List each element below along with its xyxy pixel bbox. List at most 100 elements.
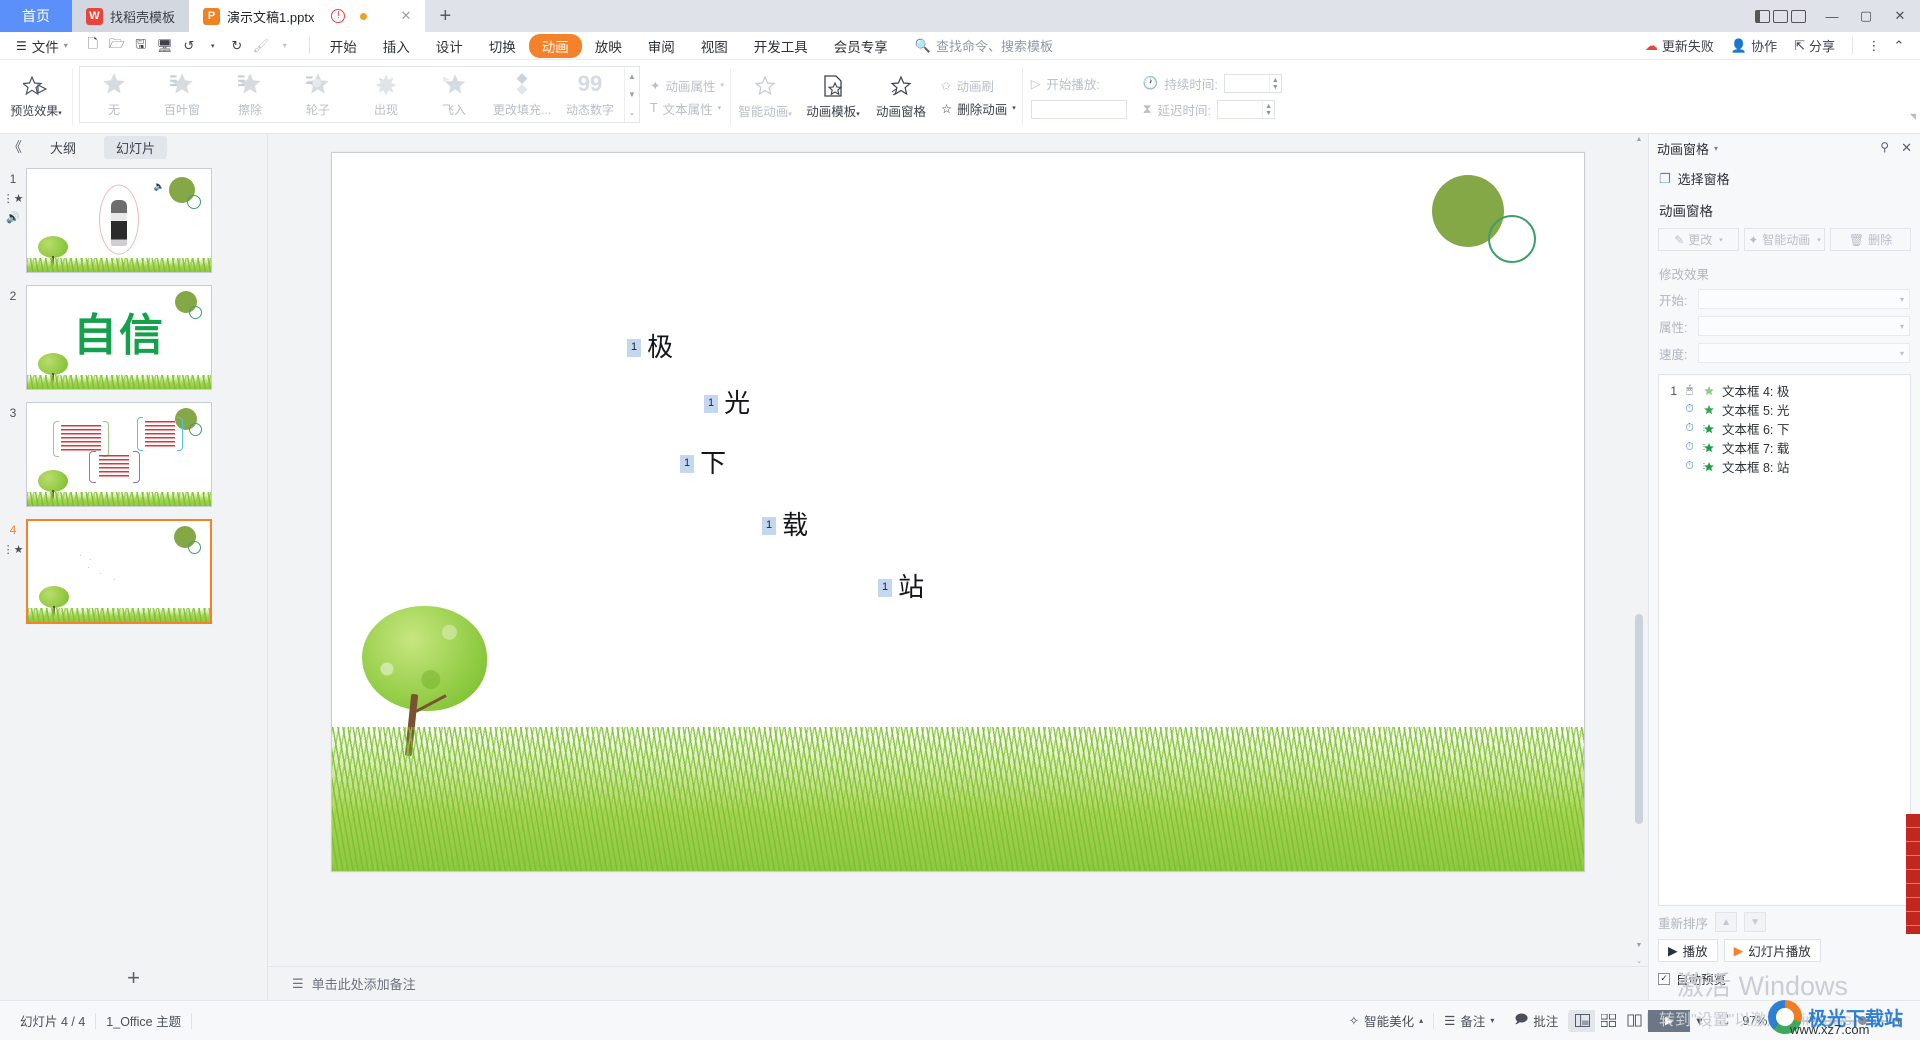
open-icon[interactable]: 🗁 (106, 35, 128, 57)
text-property-button[interactable]: T 文本属性 ▾ (650, 99, 724, 118)
sorter-view-icon[interactable] (1595, 1010, 1621, 1032)
anim-order-tag[interactable]: 1 (627, 339, 642, 357)
notes-toggle-button[interactable]: ☰ 备注 ▾ (1434, 1011, 1504, 1030)
share-button[interactable]: ⇱ 分享 (1787, 36, 1842, 55)
delay-stepper[interactable]: ▲ ▼ (1262, 101, 1274, 118)
qat-more-icon[interactable]: ▾ (274, 35, 296, 57)
tab-design[interactable]: 设计 (423, 34, 476, 58)
animation-star-icon[interactable]: ⋮★ (3, 543, 24, 556)
chevron-down-icon[interactable]: ▾ (1714, 144, 1718, 153)
slideshow-options-caret[interactable]: ▾ (1690, 1013, 1708, 1028)
start-slideshow-button[interactable]: ▶ (1648, 1009, 1691, 1032)
delete-animation-button[interactable]: ☆ 删除动画 ▾ (941, 99, 1016, 118)
duration-input[interactable]: ▲ ▼ (1223, 74, 1282, 93)
gallery-scroll-up[interactable]: ▲ (625, 67, 639, 85)
thumbnail-list[interactable]: 1 ⋮★ 🔊 🔈 2 自信 3 4 ⋮★ · · · · · (0, 160, 267, 956)
undo-caret-icon[interactable]: ▾ (202, 35, 224, 57)
tab-insert[interactable]: 插入 (370, 34, 423, 58)
smart-beautify-button[interactable]: ✧ 智能美化 ▴ (1339, 1011, 1434, 1030)
single-layout-icon[interactable] (1791, 9, 1806, 23)
anim-text-5[interactable]: 1 站 (878, 575, 924, 601)
anim-text-char[interactable]: 下 (700, 451, 726, 477)
preview-effect-button[interactable]: 预览效果▾ (0, 60, 72, 133)
anim-order-tag[interactable]: 1 (680, 455, 695, 473)
animation-template-button[interactable]: 动画模板▾ (799, 60, 867, 133)
slide-preview-1[interactable]: 🔈 (26, 168, 212, 273)
close-button[interactable]: ✕ (1884, 1, 1916, 31)
gallery-item-appear[interactable]: 出现 (352, 67, 420, 122)
canvas-vertical-scrollbar[interactable]: ▲ ▼ ⌄ (1634, 134, 1644, 966)
tab-home[interactable]: 首页 (0, 0, 72, 32)
new-icon[interactable]: 🗋 (82, 35, 104, 57)
anim-text-char[interactable]: 载 (782, 513, 808, 539)
delay-input[interactable]: ▲ ▼ (1217, 100, 1276, 119)
command-search[interactable]: 🔍 查找命令、搜索模板 (915, 36, 1053, 55)
zoom-slider[interactable]: − + (1779, 1014, 1910, 1028)
close-icon[interactable]: ✕ (1901, 140, 1912, 156)
thumbnail-item-4[interactable]: 4 ⋮★ · · · · · (0, 519, 267, 624)
start-play-select[interactable] (1030, 100, 1127, 119)
gallery-item-wheel[interactable]: 轮子 (284, 67, 352, 122)
anim-text-char[interactable]: 站 (898, 575, 924, 601)
slide-preview-4[interactable]: · · · · · (26, 519, 212, 624)
tab-presentation-file[interactable]: P 演示文稿1.pptx ! ✕ (189, 0, 426, 32)
thumbnail-item-3[interactable]: 3 (0, 402, 267, 507)
maximize-button[interactable]: ▢ (1850, 1, 1882, 31)
collapse-ribbon-icon[interactable]: ⌃ (1888, 35, 1910, 57)
speaker-icon[interactable]: 🔊 (6, 211, 20, 224)
reorder-up-button[interactable]: ▲ (1715, 912, 1738, 932)
tab-start[interactable]: 开始 (317, 34, 370, 58)
selection-pane-button[interactable]: ❐ 选择窗格 (1649, 162, 1920, 195)
scroll-next-slide-arrow[interactable]: ⌄ (1635, 956, 1643, 966)
effect-start-select[interactable]: ▾ (1698, 289, 1910, 309)
zoom-level[interactable]: 97% (1738, 1014, 1771, 1028)
scroll-up-arrow[interactable]: ▲ (1635, 134, 1643, 144)
tab-transition[interactable]: 切换 (476, 34, 529, 58)
comment-button[interactable]: 🗩 批注 (1504, 1010, 1568, 1031)
grid-layout-icon[interactable] (1773, 9, 1788, 23)
warning-icon[interactable]: ! (331, 9, 346, 23)
zoom-caret-icon[interactable]: ▾ (1771, 1016, 1779, 1025)
scroll-thumb[interactable] (1635, 614, 1643, 824)
tab-view[interactable]: 视图 (688, 34, 741, 58)
animation-property-button[interactable]: ✦ 动画属性 ▾ (650, 76, 724, 95)
gallery-item-wipe[interactable]: 擦除 (216, 67, 284, 122)
save-icon[interactable]: 🖫 (130, 35, 152, 57)
gallery-item-none[interactable]: 无 (80, 67, 148, 122)
gallery-scroll-down[interactable]: ▼ (625, 85, 639, 103)
undo-icon[interactable]: ↺ (178, 35, 200, 57)
animation-list-item[interactable]: ⏱ 文本框 7: 载 (1659, 438, 1910, 457)
duration-stepper[interactable]: ▲ ▼ (1268, 75, 1281, 92)
tab-slideshow[interactable]: 放映 (582, 34, 635, 58)
current-slide[interactable]: 1 极 1 光 1 下 1 载 1 站 (331, 152, 1585, 872)
animation-effect-list[interactable]: 1 🖱 文本框 4: 极 ⏱ 文本框 5: 光 ⏱ 文本框 6: 下 ⏱ 文本框… (1658, 374, 1911, 906)
animation-list-item[interactable]: ⏱ 文本框 8: 站 (1659, 457, 1910, 476)
more-options-icon[interactable]: ⋮ (1863, 35, 1885, 57)
slide-preview-2[interactable]: 自信 (26, 285, 212, 390)
update-status-button[interactable]: ☁ 更新失败 (1638, 36, 1721, 55)
tab-review[interactable]: 审阅 (635, 34, 688, 58)
print-preview-icon[interactable]: 🖥 (154, 35, 176, 57)
tab-close-icon[interactable]: ✕ (400, 8, 411, 24)
thumbnail-item-1[interactable]: 1 ⋮★ 🔊 🔈 (0, 168, 267, 273)
smart-animation-button[interactable]: 智能动画▾ (731, 60, 799, 133)
gallery-scroll[interactable]: ▲ ▼ ⌄ (624, 67, 639, 122)
zoom-in-button[interactable]: + (1895, 1014, 1902, 1028)
animation-list-item[interactable]: 1 🖱 文本框 4: 极 (1659, 381, 1910, 400)
thumbnail-item-2[interactable]: 2 自信 (0, 285, 267, 390)
zoom-knob[interactable] (1857, 1015, 1867, 1025)
minimize-button[interactable]: — (1816, 1, 1848, 31)
tab-slides[interactable]: 幻灯片 (104, 135, 168, 159)
gallery-item-changefill[interactable]: 更改填充... (488, 67, 556, 122)
animation-star-icon[interactable]: ⋮★ (3, 192, 24, 205)
tab-animation[interactable]: 动画 (528, 33, 582, 58)
animation-pane-button[interactable]: 动画窗格 (867, 60, 935, 133)
notes-area[interactable]: ☰ 单击此处添加备注 (268, 966, 1648, 1000)
animation-list-item[interactable]: ⏱ 文本框 5: 光 (1659, 400, 1910, 419)
tab-member[interactable]: 会员专享 (821, 34, 901, 58)
anim-text-4[interactable]: 1 载 (762, 513, 808, 539)
tab-docer-template[interactable]: W 找稻壳模板 (72, 0, 190, 32)
scroll-down-arrow[interactable]: ▼ (1635, 940, 1643, 950)
anim-order-tag[interactable]: 1 (762, 517, 777, 535)
new-tab-button[interactable]: + (425, 0, 465, 32)
